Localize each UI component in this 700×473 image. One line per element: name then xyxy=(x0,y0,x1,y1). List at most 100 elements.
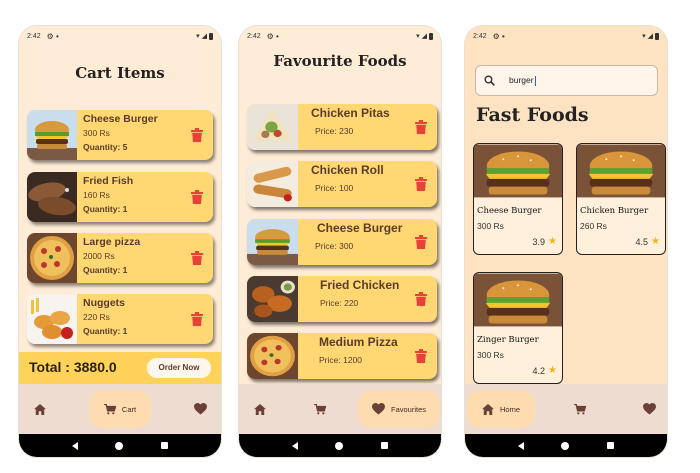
food-image xyxy=(27,233,77,283)
back-icon[interactable] xyxy=(71,441,78,450)
food-card[interactable]: Zinger Burger 300 Rs 4.2 ★ xyxy=(473,272,563,384)
cart-item[interactable]: Fried Fish 160 Rs Quantity: 1 xyxy=(27,172,213,222)
favourite-item[interactable]: Chicken Pitas Price: 230 xyxy=(247,104,437,150)
recents-icon[interactable] xyxy=(161,442,169,449)
nav-favourites[interactable]: Favourites xyxy=(358,390,440,428)
back-icon[interactable] xyxy=(517,441,524,450)
status-time: 2:42 xyxy=(27,32,41,40)
back-icon[interactable] xyxy=(291,441,298,450)
status-time: 2:42 xyxy=(473,32,487,40)
home-circle-icon[interactable] xyxy=(335,441,344,450)
search-input[interactable]: burger xyxy=(509,75,534,85)
item-name: Cheese Burger xyxy=(83,113,158,125)
system-nav-bar xyxy=(465,434,667,457)
favourite-item[interactable]: Cheese Burger Price: 300 xyxy=(247,219,437,265)
nav-cart[interactable] xyxy=(311,384,329,434)
signal-battery-icons: ▾ ◢ xyxy=(196,32,213,40)
bottom-nav: Cart xyxy=(19,384,221,434)
cart-icon xyxy=(104,404,116,415)
item-name: Large pizza xyxy=(83,236,141,248)
item-price: 260 Rs xyxy=(580,221,607,231)
item-price: 2000 Rs xyxy=(83,251,115,261)
rating-value: 4.2 xyxy=(532,365,546,376)
settings-status-icon: ⚙ • xyxy=(46,31,59,41)
nav-cart[interactable] xyxy=(571,384,589,434)
system-nav-bar xyxy=(239,434,441,457)
signal-battery-icons: ▾ ◢ xyxy=(416,32,433,40)
item-price: Price: 300 xyxy=(315,241,354,251)
trash-icon[interactable] xyxy=(415,349,427,363)
cart-item[interactable]: Large pizza 2000 Rs Quantity: 1 xyxy=(27,233,213,283)
food-image xyxy=(577,144,665,198)
food-image xyxy=(474,144,562,198)
item-name: Chicken Burger xyxy=(580,206,649,216)
page-title: Cart Items xyxy=(75,64,165,82)
item-quantity: Quantity: 1 xyxy=(83,265,128,275)
status-bar: 2:42 ⚙ • ▾ ◢ xyxy=(239,26,441,46)
food-image xyxy=(27,110,77,160)
item-name: Medium Pizza xyxy=(319,335,398,349)
order-now-button[interactable]: Order Now xyxy=(147,358,211,378)
trash-icon[interactable] xyxy=(415,120,427,134)
trash-icon[interactable] xyxy=(415,177,427,191)
food-image xyxy=(247,219,298,265)
nav-home[interactable] xyxy=(251,384,269,434)
nav-favourites[interactable] xyxy=(191,384,209,434)
heart-icon xyxy=(372,403,385,415)
bottom-nav: Home xyxy=(465,384,667,434)
status-bar: 2:42 ⚙ • ▾ ◢ xyxy=(465,26,667,46)
signal-battery-icons: ▾ ◢ xyxy=(642,32,659,40)
trash-icon[interactable] xyxy=(191,251,203,265)
trash-icon[interactable] xyxy=(191,312,203,326)
food-card[interactable]: Chicken Burger 260 Rs 4.5 ★ xyxy=(576,143,666,255)
settings-status-icon: ⚙ • xyxy=(266,31,279,41)
cart-item[interactable]: Nuggets 220 Rs Quantity: 1 xyxy=(27,294,213,344)
page-title: Favourite Foods xyxy=(273,52,407,70)
nav-cart-label: Cart xyxy=(121,404,137,414)
item-price: 300 Rs xyxy=(477,350,504,360)
system-nav-bar xyxy=(19,434,221,457)
home-circle-icon[interactable] xyxy=(561,441,570,450)
recents-icon[interactable] xyxy=(607,442,615,449)
cart-icon xyxy=(314,404,326,415)
trash-icon[interactable] xyxy=(191,190,203,204)
item-name: Zinger Burger xyxy=(477,335,539,345)
nav-favourites-label: Favourites xyxy=(390,404,426,414)
nav-favourites[interactable] xyxy=(640,384,658,434)
item-price: 300 Rs xyxy=(83,128,110,138)
item-price: 220 Rs xyxy=(83,312,110,322)
favourite-item[interactable]: Medium Pizza Price: 1200 xyxy=(247,333,437,379)
star-icon: ★ xyxy=(548,365,557,376)
heart-icon xyxy=(643,403,656,415)
home-icon xyxy=(482,404,494,415)
search-icon xyxy=(484,75,495,86)
home-circle-icon[interactable] xyxy=(115,441,124,450)
item-price: Price: 230 xyxy=(315,126,354,136)
item-price: 160 Rs xyxy=(83,190,110,200)
trash-icon[interactable] xyxy=(191,128,203,142)
trash-icon[interactable] xyxy=(415,235,427,249)
item-rating: 4.2 ★ xyxy=(533,365,557,376)
nav-cart[interactable]: Cart xyxy=(89,390,151,428)
cart-icon xyxy=(574,404,586,415)
trash-icon[interactable] xyxy=(415,292,427,306)
cart-item[interactable]: Cheese Burger 300 Rs Quantity: 5 xyxy=(27,110,213,160)
rating-value: 3.9 xyxy=(532,236,546,247)
food-card[interactable]: Cheese Burger 300 Rs 3.9 ★ xyxy=(473,143,563,255)
nav-home[interactable] xyxy=(31,384,49,434)
food-image xyxy=(27,172,77,222)
nav-home[interactable]: Home xyxy=(467,390,535,428)
item-price: Price: 220 xyxy=(320,298,359,308)
recents-icon[interactable] xyxy=(381,442,389,449)
food-image xyxy=(247,161,298,207)
star-icon: ★ xyxy=(548,236,557,247)
nav-home-label: Home xyxy=(499,404,520,414)
favourite-item[interactable]: Fried Chicken Price: 220 xyxy=(247,276,437,322)
item-price: Price: 100 xyxy=(315,183,354,193)
search-field[interactable]: burger xyxy=(475,65,658,96)
total-bar: Total : 3880.0 Order Now xyxy=(19,352,221,384)
page-title: Fast Foods xyxy=(476,104,589,126)
item-name: Cheese Burger xyxy=(477,206,542,216)
favourite-item[interactable]: Chicken Roll Price: 100 xyxy=(247,161,437,207)
item-rating: 3.9 ★ xyxy=(533,236,557,247)
